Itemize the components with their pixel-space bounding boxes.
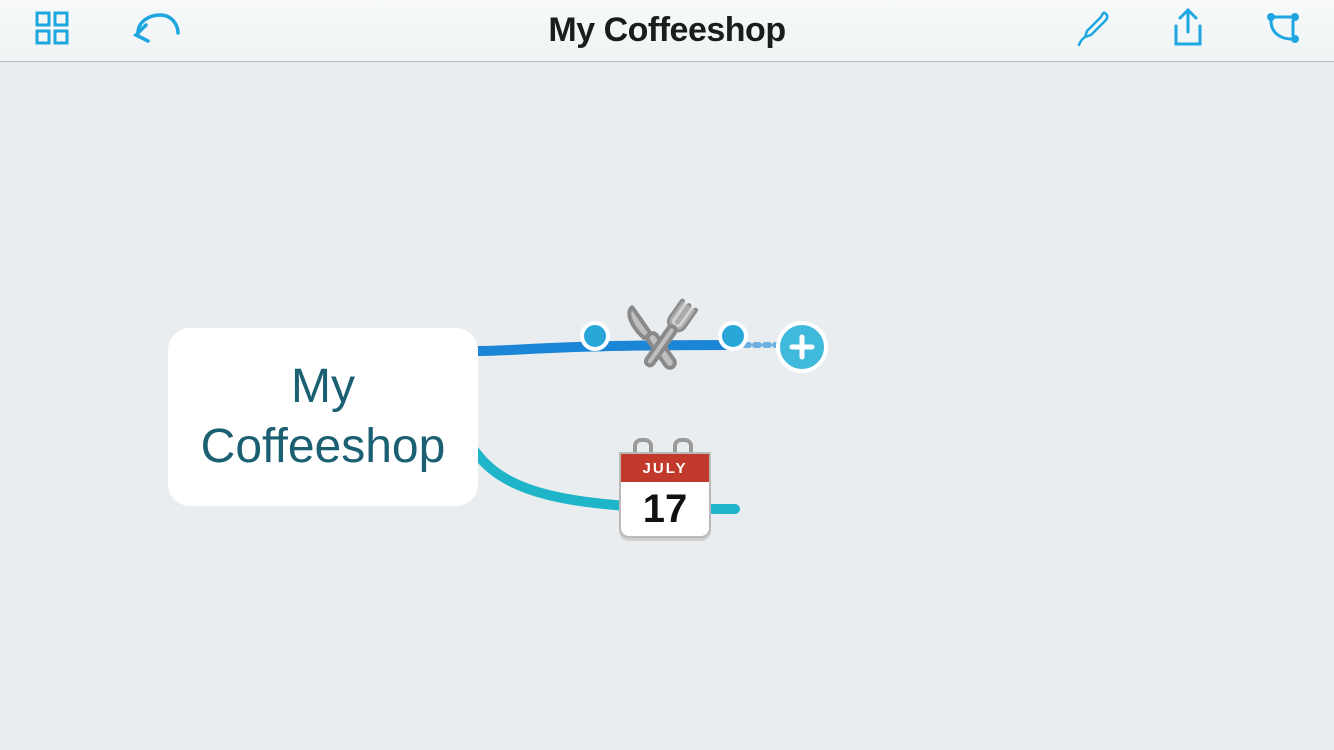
share-icon: [1169, 8, 1207, 53]
undo-button[interactable]: [134, 9, 178, 53]
root-node[interactable]: My Coffeeshop: [168, 328, 478, 506]
mindmap-canvas[interactable]: My Coffeeshop: [0, 63, 1334, 750]
calendar-month: JULY: [621, 454, 709, 482]
selection-handle-left[interactable]: [580, 321, 610, 351]
documents-button[interactable]: [30, 9, 74, 53]
calendar-day: 17: [621, 482, 709, 536]
style-button[interactable]: [1072, 9, 1116, 53]
utensils-icon: [610, 365, 710, 382]
grid-icon: [34, 10, 70, 51]
layout-icon: [1263, 9, 1301, 52]
undo-icon: [132, 11, 180, 50]
brush-icon: [1075, 9, 1113, 52]
child-node-date[interactable]: JULY 17: [619, 438, 707, 534]
child-node-food[interactable]: [610, 288, 710, 378]
root-node-label: My Coffeeshop: [201, 357, 446, 477]
plus-icon: [789, 334, 815, 360]
share-button[interactable]: [1166, 9, 1210, 53]
add-child-button[interactable]: [776, 321, 828, 373]
layout-button[interactable]: [1260, 9, 1304, 53]
calendar-icon: JULY 17: [619, 452, 711, 538]
selection-handle-right[interactable]: [718, 321, 748, 351]
toolbar: My Coffeeshop: [0, 0, 1334, 62]
